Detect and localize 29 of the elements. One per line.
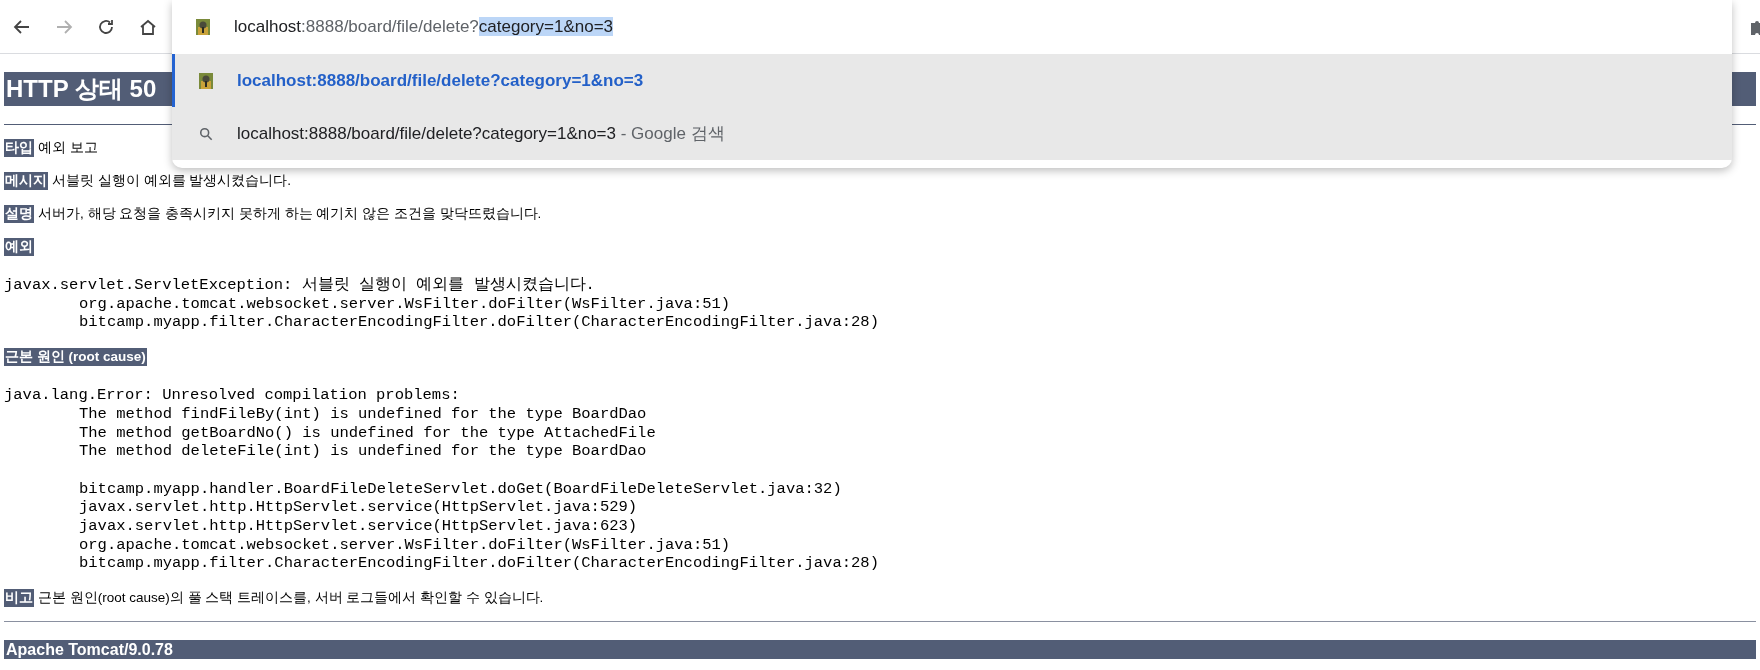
section-label: 근본 원인 (root cause) bbox=[4, 347, 147, 366]
stack-trace-line: The method deleteFile(int) is undefined for the type BoardDao bbox=[79, 442, 647, 461]
stack-trace-line: bitcamp.myapp.filter.CharacterEncodingFilter.doFilter(CharacterEncodingFilter.java:28) bbox=[79, 313, 879, 333]
suggestion-item[interactable]: localhost:8888/board/file/delete?category=1&no=3 - Google 검색 bbox=[172, 107, 1732, 160]
favicon-icon bbox=[199, 72, 213, 89]
search-icon bbox=[199, 126, 213, 141]
stack-trace-line: bitcamp.myapp.filter.CharacterEncodingFilter.doFilter(CharacterEncodingFilter.java:28) bbox=[79, 554, 879, 574]
field-text: 서블릿 실행이 예외를 발생시켰습니다. bbox=[52, 171, 291, 190]
field-text: 서버가, 해당 요청을 충족시키지 못하게 하는 예기치 않은 조건을 맞닥뜨렸습니다. bbox=[38, 204, 542, 223]
suggestion-item[interactable]: localhost:8888/board/file/delete?category=1&no=3 bbox=[172, 54, 1732, 107]
exception-line: java.lang.Error: Unresolved compilation problems: bbox=[4, 386, 460, 405]
field-label: 타입 bbox=[4, 138, 34, 157]
section-label: 예외 bbox=[4, 237, 34, 256]
note-label: 비고 bbox=[4, 588, 34, 607]
server-version: Apache Tomcat/9.0.78 bbox=[4, 640, 1756, 660]
note-text: 근본 원인(root cause)의 풀 스택 트레이스를, 서버 로그들에서 확인할 수 있습니다. bbox=[38, 588, 544, 607]
field-label: 메시지 bbox=[4, 171, 48, 190]
field-label: 설명 bbox=[4, 204, 34, 223]
exception-line: javax.servlet.ServletException: 서블릿 실행이 예외를 발생시켰습니다. bbox=[4, 276, 595, 295]
stack-trace-line: The method findFileBy(int) is undefined for the type BoardDao bbox=[79, 404, 647, 424]
favicon-icon bbox=[196, 19, 210, 35]
stack-trace-line: javax.servlet.http.HttpServlet.service(HttpServlet.java:529) bbox=[79, 498, 638, 517]
stack-trace-line: bitcamp.myapp.handler.BoardFileDeleteServlet.doGet(BoardFileDeleteServlet.java:32) bbox=[79, 479, 842, 499]
address-field[interactable]: localhost:8888/board/file/delete?category=1&no=3 bbox=[172, 0, 1732, 54]
stack-trace-line: org.apache.tomcat.websocket.server.WsFilter.doFilter(WsFilter.java:51) bbox=[79, 535, 731, 555]
stack-trace-line: org.apache.tomcat.websocket.server.WsFilter.doFilter(WsFilter.java:51) bbox=[79, 294, 731, 314]
stack-trace-line: javax.servlet.http.HttpServlet.service(HttpServlet.java:623) bbox=[79, 517, 638, 536]
field-text: 예외 보고 bbox=[38, 138, 98, 157]
stack-trace-line: The method getBoardNo() is undefined for the type AttachedFile bbox=[79, 423, 656, 443]
